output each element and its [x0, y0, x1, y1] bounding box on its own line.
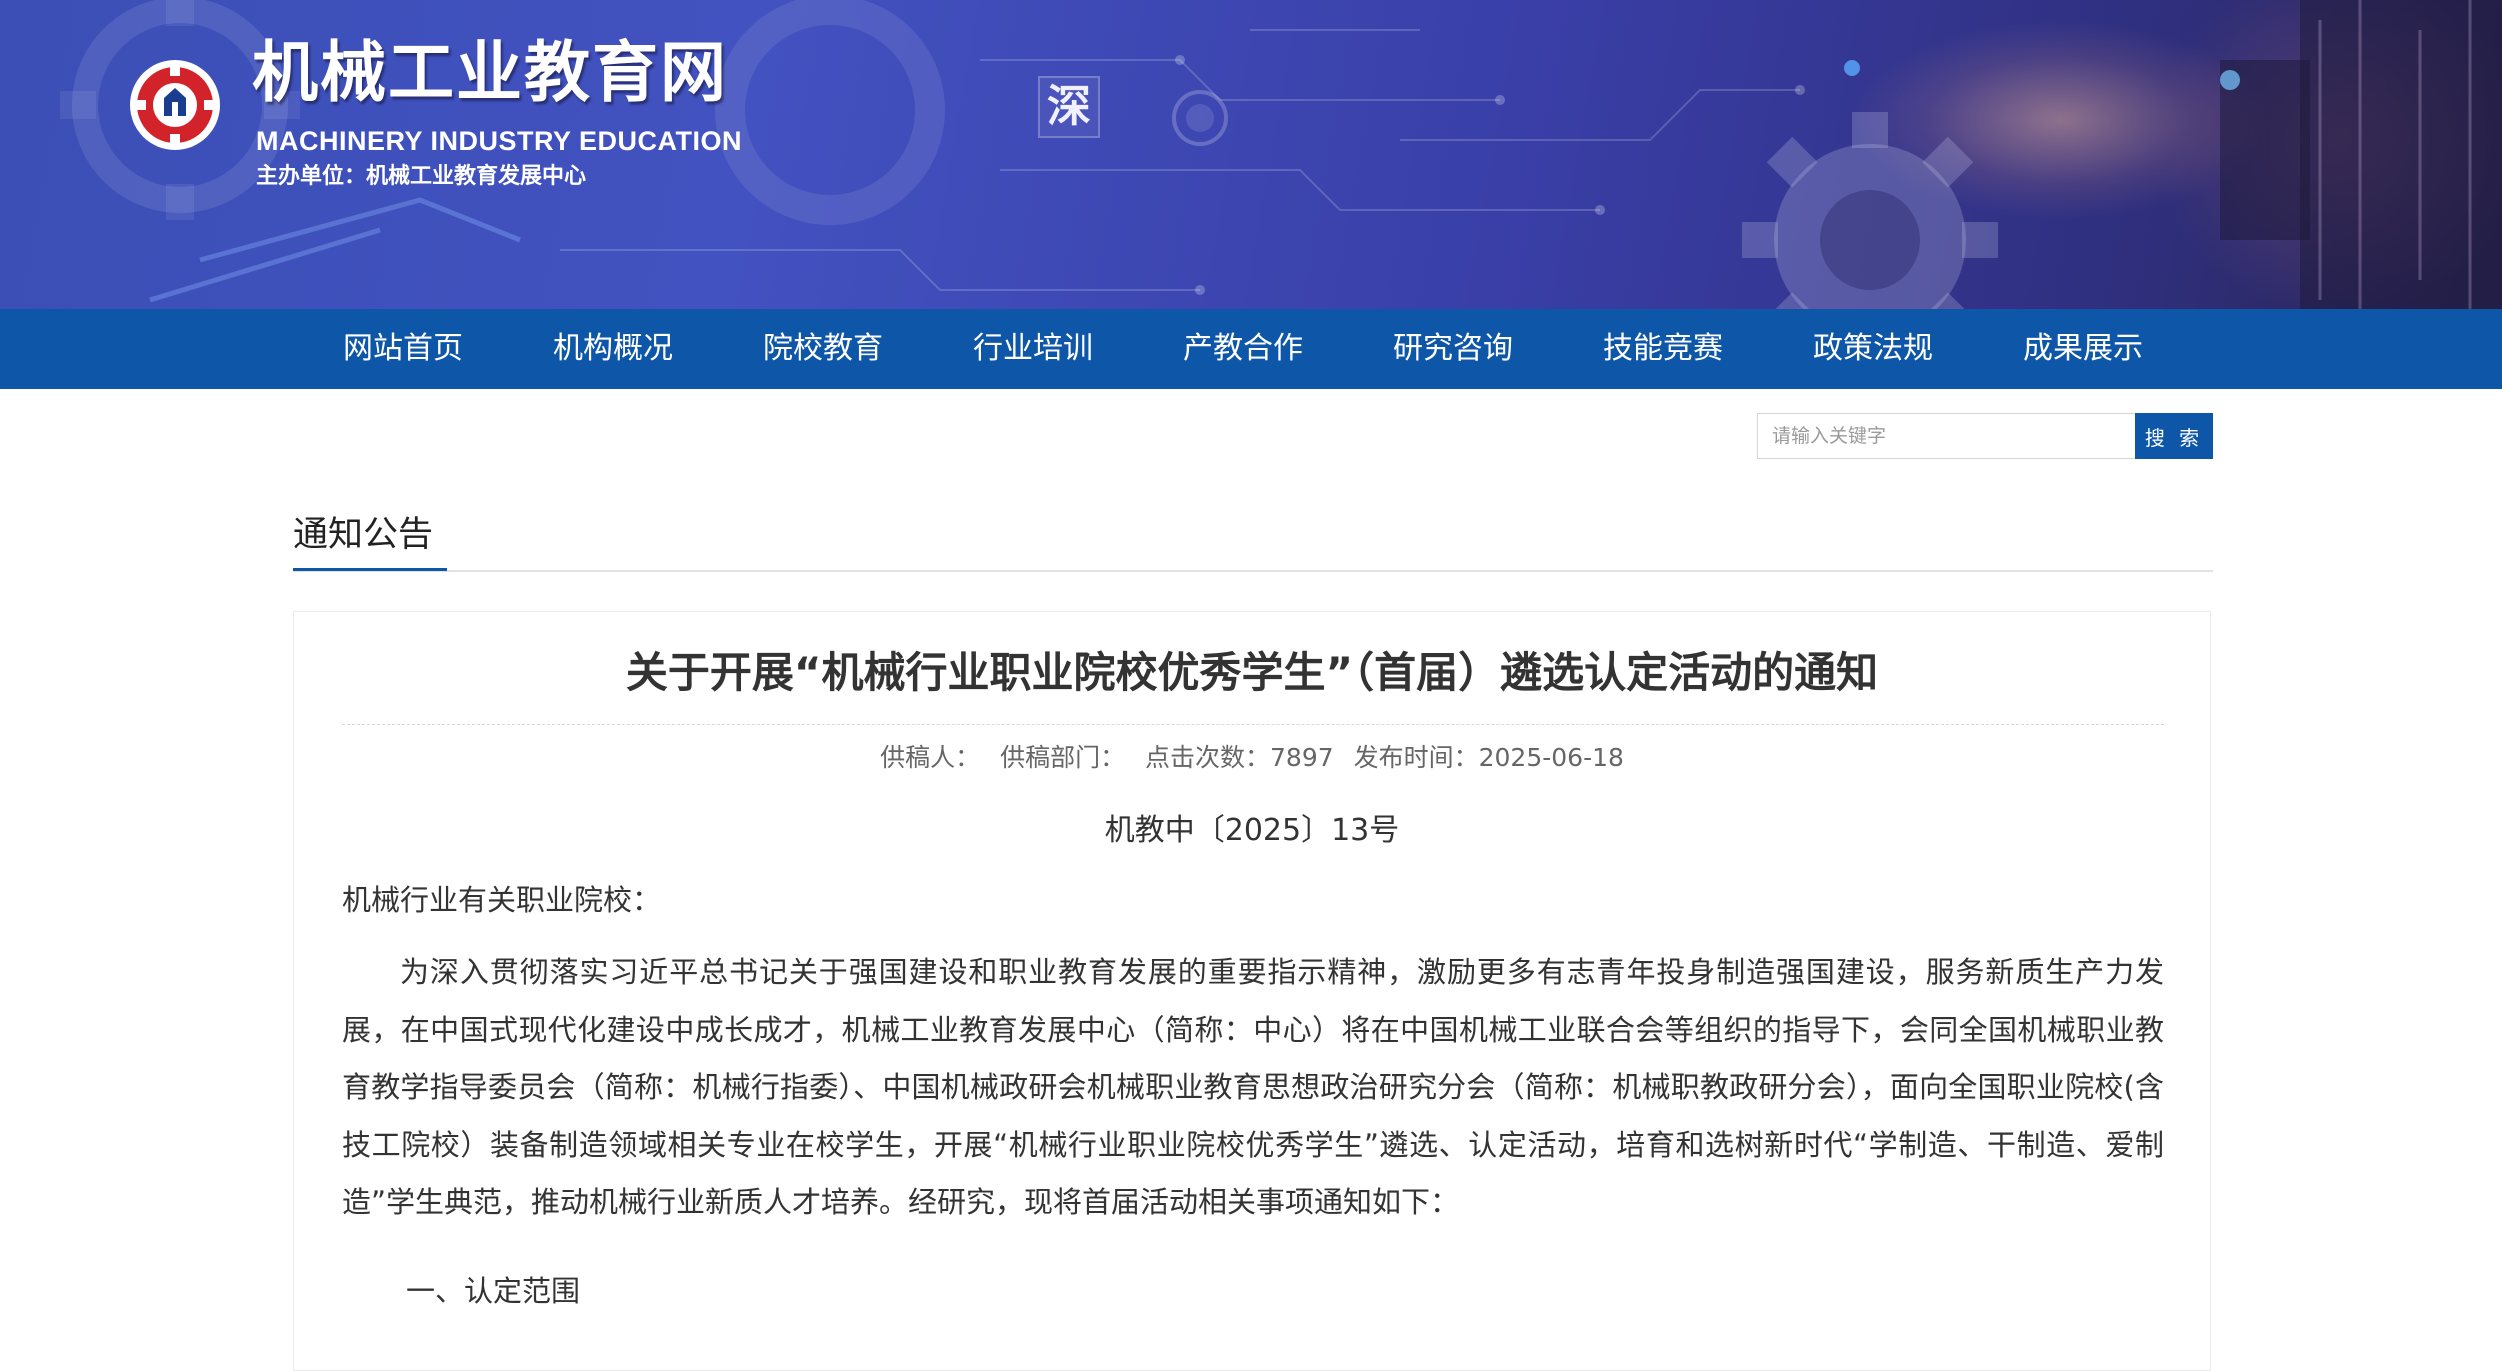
document-number: 机教中〔2025〕13号 — [1104, 813, 1400, 848]
body-paragraph: 为深入贯彻落实习近平总书记关于强国建设和职业教育发展的重要指示精神，激励更多有志… — [342, 955, 2164, 1219]
site-title: 机械工业教育网 — [252, 34, 728, 111]
search-button[interactable]: 搜 索 — [2135, 413, 2213, 459]
article-meta: 供稿人： 供稿部门： 点击次数：7897 发布时间：2025-06-18 — [294, 740, 2210, 775]
title-divider — [342, 724, 2164, 725]
nav-item-about[interactable]: 机构概况 — [508, 309, 718, 389]
search-input[interactable] — [1757, 413, 2135, 459]
meta-author: 供稿人： — [880, 743, 981, 772]
meta-department: 供稿部门： — [1000, 743, 1126, 772]
nav-item-achievements[interactable]: 成果展示 — [1978, 309, 2188, 389]
nav-item-policy[interactable]: 政策法规 — [1768, 309, 1978, 389]
banner-character: 深 — [1038, 76, 1100, 138]
nav-item-competition[interactable]: 技能竞赛 — [1558, 309, 1768, 389]
nav-item-training[interactable]: 行业培训 — [928, 309, 1138, 389]
nav-item-home[interactable]: 网站首页 — [298, 309, 508, 389]
article-title: 关于开展“机械行业职业院校优秀学生”（首届）遴选认定活动的通知 — [625, 648, 1879, 697]
section-title: 通知公告 — [293, 508, 448, 571]
gear-logo-icon — [130, 60, 220, 150]
salutation: 机械行业有关职业院校： — [342, 883, 662, 917]
meta-clicks: 点击次数：7897 — [1145, 743, 1334, 772]
article-panel: 关于开展“机械行业职业院校优秀学生”（首届）遴选认定活动的通知 供稿人： 供稿部… — [293, 611, 2211, 1371]
search-bar: 搜 索 — [1757, 413, 2213, 459]
section-header: 通知公告 — [293, 508, 2213, 572]
main-nav: 网站首页 机构概况 院校教育 行业培训 产教合作 研究咨询 技能竞赛 政策法规 … — [0, 309, 2502, 389]
meta-date: 发布时间：2025-06-18 — [1353, 743, 1624, 772]
header-banner: 机械工业教育网 MACHINERY INDUSTRY EDUCATION 主办单… — [0, 0, 2502, 309]
nav-item-cooperation[interactable]: 产教合作 — [1138, 309, 1348, 389]
site-host: 主办单位：机械工业教育发展中心 — [256, 164, 587, 189]
nav-item-schools[interactable]: 院校教育 — [718, 309, 928, 389]
nav-list: 网站首页 机构概况 院校教育 行业培训 产教合作 研究咨询 技能竞赛 政策法规 … — [298, 309, 2188, 389]
site-subtitle: MACHINERY INDUSTRY EDUCATION — [256, 126, 743, 156]
nav-item-research[interactable]: 研究咨询 — [1348, 309, 1558, 389]
section-heading-scope: 一、认定范围 — [406, 1274, 581, 1308]
